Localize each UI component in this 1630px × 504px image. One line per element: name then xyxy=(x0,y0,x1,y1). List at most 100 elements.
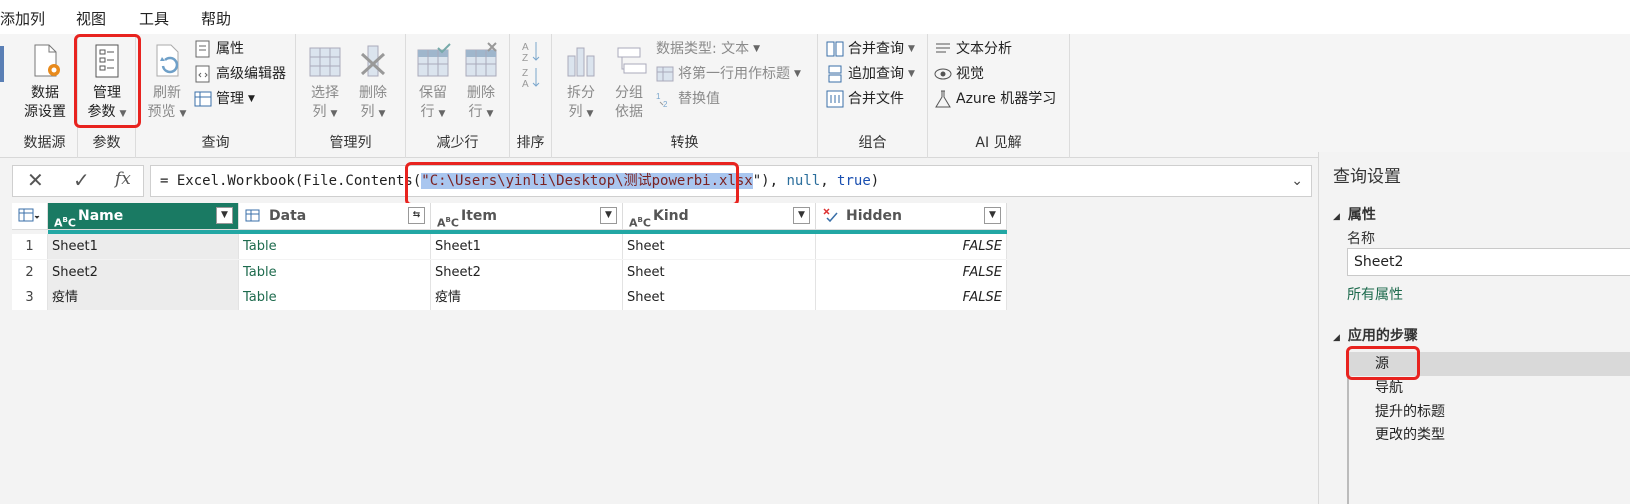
query-name-input[interactable]: Sheet2 xyxy=(1347,248,1630,276)
refresh-preview-button[interactable]: 刷新 预览 ▼ xyxy=(142,42,192,124)
formula-quote-close: ") xyxy=(752,173,770,189)
formula-sep2: , xyxy=(820,173,838,189)
col-header-item[interactable]: ABC Item ▼ xyxy=(431,203,623,230)
row-number: 3 xyxy=(12,285,48,310)
cell-kind[interactable]: Sheet xyxy=(623,260,816,285)
remove-rows-button[interactable]: 删除 行 ▼ xyxy=(456,42,506,124)
applied-steps-header: 应用的步骤 xyxy=(1347,328,1418,344)
properties-button[interactable]: 属性 xyxy=(194,38,244,60)
combine-files-button[interactable]: 合并文件 xyxy=(826,88,904,110)
remove-columns-icon xyxy=(354,42,392,80)
svg-text:1: 1 xyxy=(656,92,661,101)
choose-columns-button[interactable]: 选择 列 ▼ xyxy=(300,42,350,124)
step-changed-type[interactable]: 更改的类型 xyxy=(1349,423,1630,447)
fx-icon[interactable]: fx xyxy=(115,169,131,189)
azure-ml-button[interactable]: Azure 机器学习 xyxy=(934,88,1056,110)
manage-query-button[interactable]: 管理 ▼ xyxy=(194,88,255,110)
expand-formula-icon[interactable]: ⌄ xyxy=(1291,166,1303,196)
first-row-header-button[interactable]: 将第一行用作标题 ▼ xyxy=(656,63,801,85)
text-analytics-button[interactable]: 文本分析 xyxy=(934,38,1012,60)
remove-rows-line2: 行 xyxy=(468,104,483,120)
cell-item[interactable]: Sheet1 xyxy=(431,234,623,259)
advanced-editor-label: 高级编辑器 xyxy=(216,66,286,82)
group-by-button[interactable]: 分组 依据 xyxy=(604,42,654,122)
menu-add-column[interactable]: 添加列 xyxy=(0,8,45,29)
sort-descending-icon[interactable]: ZA xyxy=(522,66,542,92)
menu-help[interactable]: 帮助 xyxy=(201,8,231,29)
datatype-dropdown[interactable]: 数据类型: 文本 ▼ xyxy=(656,38,760,60)
cell-data-link[interactable]: Table xyxy=(239,234,431,259)
svg-text:2: 2 xyxy=(663,100,668,108)
formula-controls: ✕ ✓ fx xyxy=(12,165,144,197)
filter-dropdown-icon[interactable]: ▼ xyxy=(984,207,1001,224)
col-header-data[interactable]: Data ⇆ xyxy=(239,203,431,230)
cancel-icon[interactable]: ✕ xyxy=(27,168,44,192)
table-menu-button[interactable] xyxy=(12,203,48,230)
datasource-btn-line2: 源设置 xyxy=(24,104,66,120)
caret-down-icon: ▼ xyxy=(794,69,801,79)
col-header-name[interactable]: ABC Name ▼ xyxy=(48,203,239,230)
expand-column-icon[interactable]: ⇆ xyxy=(408,207,425,224)
datasource-btn-line1: 数据 xyxy=(31,85,59,101)
keep-rows-button[interactable]: 保留 行 ▼ xyxy=(408,42,458,124)
group-reduce-rows: 保留 行 ▼ 删除 行 ▼ 减少行 xyxy=(406,34,510,158)
table-icon xyxy=(18,207,40,234)
cell-kind[interactable]: Sheet xyxy=(623,285,816,310)
refresh-line1: 刷新 xyxy=(153,85,181,101)
cell-name[interactable]: Sheet1 xyxy=(48,234,239,259)
cell-hidden[interactable]: FALSE xyxy=(816,260,1007,285)
group-label-transform: 转换 xyxy=(670,135,699,151)
merge-queries-button[interactable]: 合并查询 ▼ xyxy=(826,38,915,60)
advanced-editor-button[interactable]: 高级编辑器 xyxy=(194,63,286,85)
append-label: 追加查询 xyxy=(848,66,904,82)
choose-columns-icon xyxy=(306,42,344,80)
step-promoted-headers[interactable]: 提升的标题 xyxy=(1349,400,1630,424)
split-line2: 列 xyxy=(568,104,583,120)
cell-hidden[interactable]: FALSE xyxy=(816,234,1007,259)
group-query: 刷新 预览 ▼ 属性 高级编辑器 管理 ▼ 查询 xyxy=(136,34,296,158)
col-header-hidden[interactable]: Hidden ▼ xyxy=(816,203,1007,230)
text-analytics-icon xyxy=(934,40,952,58)
append-icon xyxy=(826,65,844,83)
menu-view[interactable]: 视图 xyxy=(76,8,106,29)
highlight-source-step xyxy=(1346,346,1420,380)
caret-down-icon: ▼ xyxy=(330,109,338,119)
cell-kind[interactable]: Sheet xyxy=(623,234,816,259)
datasource-settings-button[interactable]: 数据 源设置 xyxy=(20,42,70,122)
col-header-data-label: Data xyxy=(269,208,307,224)
collapse-triangle-icon: ◢ xyxy=(1333,212,1340,222)
group-by-icon xyxy=(610,42,648,80)
col-header-kind-label: Kind xyxy=(653,208,689,224)
cell-data-link[interactable]: Table xyxy=(239,285,431,310)
cell-name[interactable]: Sheet2 xyxy=(48,260,239,285)
split-column-button[interactable]: 拆分 列 ▼ xyxy=(556,42,606,124)
sort-ascending-icon[interactable]: AZ xyxy=(522,40,542,66)
col-header-kind[interactable]: ABC Kind ▼ xyxy=(623,203,816,230)
caret-down-icon: ▼ xyxy=(486,109,494,119)
cell-data-link[interactable]: Table xyxy=(239,260,431,285)
cell-item[interactable]: Sheet2 xyxy=(431,260,623,285)
properties-section[interactable]: ◢ 属性 xyxy=(1333,204,1376,224)
clipped-icon xyxy=(0,46,4,82)
remove-columns-button[interactable]: 删除 列 ▼ xyxy=(348,42,398,124)
group-sort: AZ ZA 排序 xyxy=(510,34,552,158)
cell-hidden[interactable]: FALSE xyxy=(816,285,1007,310)
keep-rows-icon xyxy=(414,42,452,80)
flask-icon xyxy=(934,90,952,108)
vision-button[interactable]: 视觉 xyxy=(934,63,984,85)
all-properties-link[interactable]: 所有属性 xyxy=(1347,284,1403,304)
caret-down-icon: ▼ xyxy=(753,44,761,54)
append-queries-button[interactable]: 追加查询 ▼ xyxy=(826,63,915,85)
filter-dropdown-icon[interactable]: ▼ xyxy=(600,207,617,224)
filter-dropdown-icon[interactable]: ▼ xyxy=(793,207,810,224)
confirm-icon[interactable]: ✓ xyxy=(73,168,90,192)
replace-values-button[interactable]: 12 替换值 xyxy=(656,88,720,110)
filter-dropdown-icon[interactable]: ▼ xyxy=(216,207,233,224)
cell-name[interactable]: 疫情 xyxy=(48,285,239,310)
menu-tools[interactable]: 工具 xyxy=(139,8,169,29)
col-header-name-label: Name xyxy=(78,208,124,224)
group-ai: 文本分析 视觉 Azure 机器学习 AI 见解 xyxy=(928,34,1070,158)
applied-steps-section[interactable]: ◢ 应用的步骤 xyxy=(1333,325,1418,345)
svg-text:Z: Z xyxy=(522,53,528,62)
cell-item[interactable]: 疫情 xyxy=(431,285,623,310)
